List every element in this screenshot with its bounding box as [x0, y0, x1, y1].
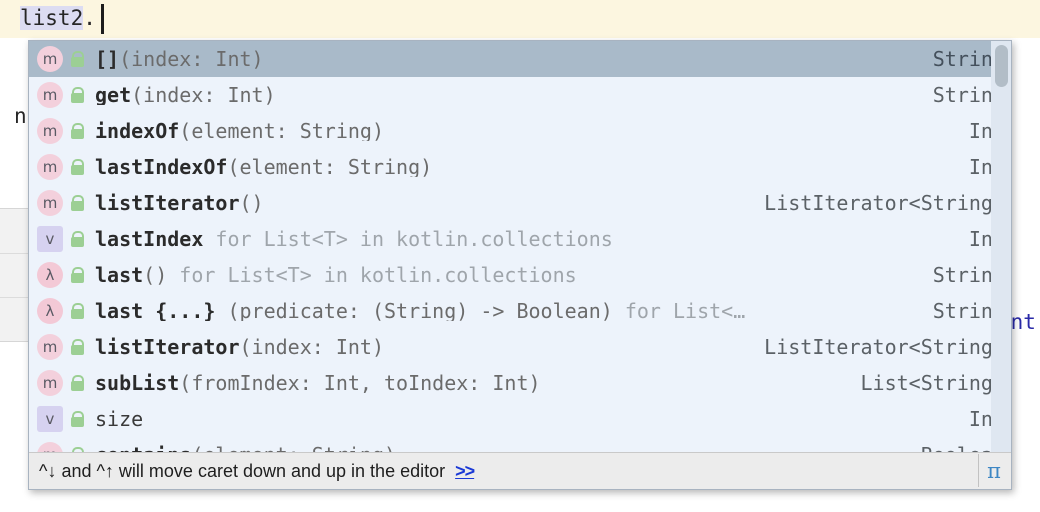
- completion-item-return-type: Boolean: [903, 443, 1005, 452]
- screen: list2. n main(args: Array<String>) {feed…: [0, 0, 1040, 512]
- lock-icon: [68, 190, 88, 216]
- completion-item-tail: for List<…: [612, 301, 746, 321]
- lambda-kind-icon: λ: [37, 262, 63, 288]
- completion-item-signature: (index: Int): [239, 337, 385, 357]
- completion-item-tail: for List<T> in kotlin.collections: [203, 229, 613, 249]
- method-kind-icon: m: [37, 370, 63, 396]
- pi-icon[interactable]: π: [978, 454, 1009, 487]
- method-kind-icon: m: [37, 82, 63, 108]
- completion-item-label: contains(element: String): [95, 445, 903, 452]
- lock-icon: [68, 118, 88, 144]
- completion-item-signature: (element: String): [179, 121, 384, 141]
- completion-item-name: subList: [95, 373, 180, 393]
- completion-item[interactable]: m get(index: Int) String: [29, 77, 1011, 113]
- completion-item-signature: (): [239, 193, 264, 213]
- completion-item-signature: (fromIndex: Int, toIndex: Int): [179, 373, 541, 393]
- completion-item-name: indexOf: [95, 121, 180, 141]
- method-kind-icon: m: [37, 118, 63, 144]
- completion-item-label: size: [95, 409, 951, 429]
- completion-item-name: last: [95, 265, 144, 285]
- completion-item-signature: (index: Int): [119, 49, 264, 69]
- completion-item-signature: (index: Int): [131, 85, 276, 105]
- footer-more-link[interactable]: >>: [455, 461, 475, 482]
- completion-item[interactable]: m listIterator(index: Int) ListIterator<St…: [29, 329, 1011, 365]
- completion-item-name: contains: [95, 445, 191, 452]
- completion-scrollbar[interactable]: [991, 41, 1011, 452]
- method-kind-icon: m: [37, 154, 63, 180]
- completion-item-return-type: ListIterator<String>: [764, 191, 1005, 215]
- completion-item-signature: (element: String): [191, 445, 396, 452]
- lock-icon: [68, 46, 88, 72]
- lock-icon: [68, 442, 88, 452]
- completion-item[interactable]: m listIterator() ListIterator<String>: [29, 185, 1011, 221]
- completion-item-label: [](index: Int): [95, 49, 915, 69]
- lock-icon: [68, 226, 88, 252]
- completion-item-name: lastIndex: [95, 229, 204, 249]
- completion-item-signature: (): [143, 265, 168, 285]
- editor-dot: .: [83, 6, 96, 30]
- completion-item-return-type: ListIterator<String>: [764, 335, 1005, 359]
- completion-item-name: get: [95, 85, 132, 105]
- completion-item-name: lastIndexOf: [95, 157, 228, 177]
- completion-item-signature: (predicate: (String) -> Boolean): [215, 301, 613, 321]
- completion-list[interactable]: m [](index: Int) String m get(index: Int) Str…: [29, 41, 1011, 452]
- footer-hint-text: ^↓ and ^↑ will move caret down and up in…: [39, 460, 446, 481]
- completion-item-tail: for List<T> in kotlin.collections: [167, 265, 577, 285]
- completion-item[interactable]: λ last() for List<T> in kotlin.collection…: [29, 257, 1011, 293]
- completion-item-label: lastIndexOf(element: String): [95, 157, 951, 177]
- editor-current-line[interactable]: list2.: [20, 6, 96, 30]
- completion-item[interactable]: m [](index: Int) String: [29, 41, 1011, 77]
- completion-item[interactable]: m indexOf(element: String) Int: [29, 113, 1011, 149]
- lambda-kind-icon: λ: [37, 298, 63, 324]
- caret-line-highlight: [0, 0, 1040, 38]
- completion-rows: m [](index: Int) String m get(index: Int) Str…: [29, 41, 1011, 452]
- method-kind-icon: m: [37, 334, 63, 360]
- completion-item-label: last() for List<T> in kotlin.collections: [95, 265, 915, 285]
- completion-item-name: size: [95, 409, 144, 429]
- property-kind-icon: v: [37, 406, 63, 432]
- completion-item-label: indexOf(element: String): [95, 121, 951, 141]
- lock-icon: [68, 82, 88, 108]
- completion-item-label: listIterator(index: Int): [95, 337, 746, 357]
- lock-icon: [68, 298, 88, 324]
- completion-item-label: last {...} (predicate: (String) -> Boole…: [95, 301, 915, 321]
- completion-item-label: listIterator(): [95, 193, 746, 213]
- scrollbar-thumb[interactable]: [995, 45, 1008, 87]
- lock-icon: [68, 406, 88, 432]
- completion-item-return-type: List<String>: [860, 371, 1006, 395]
- method-kind-icon: m: [37, 190, 63, 216]
- completion-item[interactable]: m lastIndexOf(element: String) Int: [29, 149, 1011, 185]
- completion-item[interactable]: v size Int: [29, 401, 1011, 437]
- text-caret: [101, 4, 104, 34]
- completion-item[interactable]: mcontains(element: String)Boolean: [29, 437, 1011, 452]
- completion-item-label: lastIndex for List<T> in kotlin.collecti…: [95, 229, 951, 249]
- method-kind-icon: m: [37, 442, 63, 452]
- property-kind-icon: v: [37, 226, 63, 252]
- completion-footer: ^↓ and ^↑ will move caret down and up in…: [29, 452, 1011, 489]
- method-kind-icon: m: [37, 46, 63, 72]
- code-completion-popup[interactable]: m [](index: Int) String m get(index: Int) Str…: [28, 40, 1012, 490]
- completion-item[interactable]: m subList(fromIndex: Int, toIndex: Int) Li…: [29, 365, 1011, 401]
- completion-item-label: subList(fromIndex: Int, toIndex: Int): [95, 373, 843, 393]
- completion-item[interactable]: v lastIndex for List<T> in kotlin.collect…: [29, 221, 1011, 257]
- lock-icon: [68, 334, 88, 360]
- completion-item-name: last {...}: [95, 301, 216, 321]
- completion-item-label: get(index: Int): [95, 85, 915, 105]
- completion-item[interactable]: λ last {...} (predicate: (String) -> Bool…: [29, 293, 1011, 329]
- editor-identifier: list2: [20, 6, 84, 30]
- completion-item-name: []: [95, 49, 120, 69]
- completion-item-signature: (element: String): [227, 157, 433, 177]
- completion-item-name: listIterator: [95, 193, 240, 213]
- completion-item-name: listIterator: [95, 337, 240, 357]
- lock-icon: [68, 154, 88, 180]
- lock-icon: [68, 262, 88, 288]
- lock-icon: [68, 370, 88, 396]
